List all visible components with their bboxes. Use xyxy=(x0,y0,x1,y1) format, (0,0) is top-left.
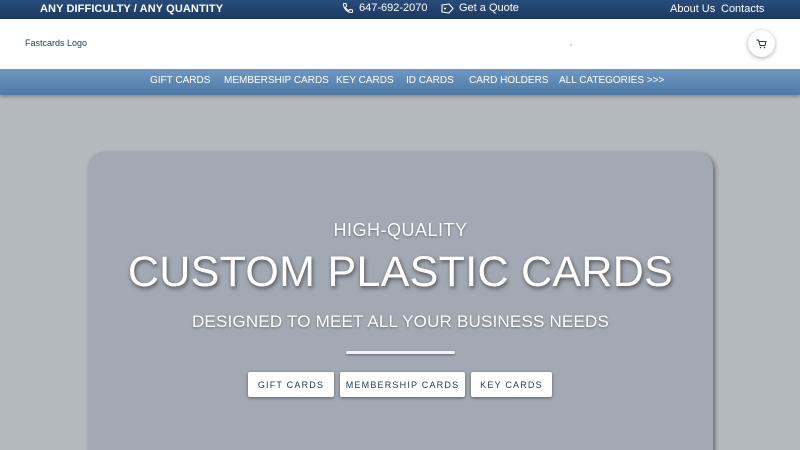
hero-pretitle: HIGH-QUALITY xyxy=(333,220,468,240)
nav-card-holders[interactable]: CARD HOLDERS xyxy=(469,75,548,86)
top-bar: ANY DIFFICULTY / ANY QUANTITY 647-692-20… xyxy=(0,0,800,19)
hero-gift-cards-button[interactable]: GIFT CARDS xyxy=(248,372,334,397)
tag-icon xyxy=(441,2,454,14)
nav-gift-cards[interactable]: GIFT CARDS xyxy=(150,75,210,86)
hero-membership-cards-button[interactable]: MEMBERSHIP CARDS xyxy=(340,372,465,397)
hero-title: CUSTOM PLASTIC CARDS xyxy=(127,248,674,296)
get-quote-label: Get a Quote xyxy=(459,2,519,14)
hero-banner: HIGH-QUALITY CUSTOM PLASTIC CARDS DESIGN… xyxy=(88,152,713,450)
phone-link[interactable]: 647-692-2070 xyxy=(342,2,428,14)
about-us-link[interactable]: About Us xyxy=(670,3,715,15)
nav-id-cards[interactable]: ID CARDS xyxy=(406,75,454,86)
phone-number: 647-692-2070 xyxy=(359,2,428,14)
get-quote-link[interactable]: Get a Quote xyxy=(441,2,519,14)
site-logo[interactable]: Fastcards Logo xyxy=(25,38,87,48)
site-header: Fastcards Logo xyxy=(0,19,800,69)
hero-subtitle: DESIGNED TO MEET ALL YOUR BUSINESS NEEDS xyxy=(191,312,610,331)
nav-membership-cards[interactable]: MEMBERSHIP CARDS xyxy=(224,75,329,86)
contacts-link[interactable]: Contacts xyxy=(721,3,764,15)
cart-button[interactable] xyxy=(748,30,775,57)
main-nav: GIFT CARDS MEMBERSHIP CARDS KEY CARDS ID… xyxy=(0,69,800,95)
nav-all-categories[interactable]: ALL CATEGORIES >>> xyxy=(559,75,664,86)
nav-key-cards[interactable]: KEY CARDS xyxy=(336,75,394,86)
phone-icon xyxy=(342,3,353,14)
header-dot xyxy=(570,44,572,46)
hero-key-cards-button[interactable]: KEY CARDS xyxy=(471,372,552,397)
tagline: ANY DIFFICULTY / ANY QUANTITY xyxy=(40,3,224,15)
hero-divider xyxy=(346,351,455,354)
cart-icon xyxy=(756,39,767,48)
